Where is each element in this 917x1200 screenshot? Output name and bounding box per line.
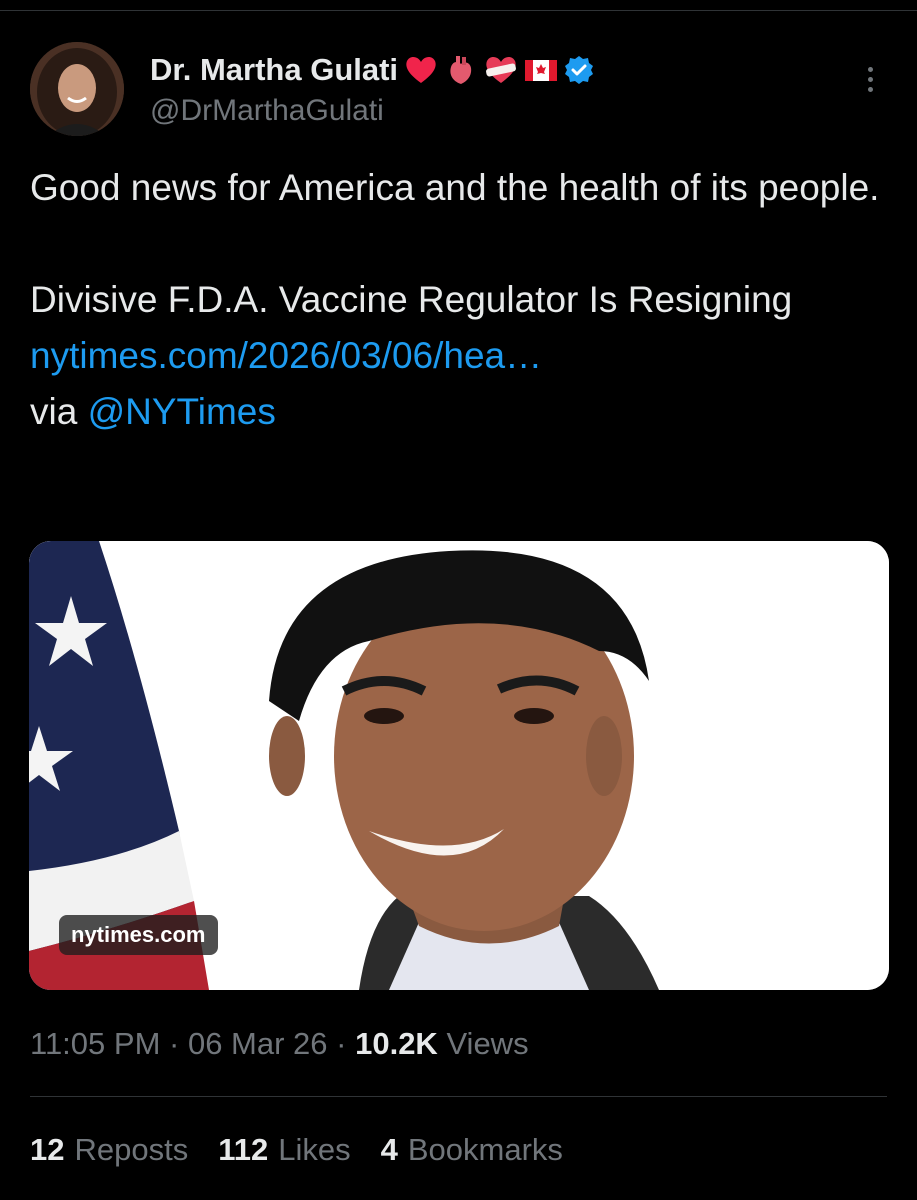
- author-handle[interactable]: @DrMarthaGulati: [150, 94, 384, 128]
- tweet-line-2: Divisive F.D.A. Vaccine Regulator Is Res…: [30, 272, 890, 384]
- bookmarks-count: 4: [380, 1132, 398, 1167]
- bookmarks-label: Bookmarks: [407, 1132, 563, 1167]
- card-domain-label: nytimes.com: [59, 915, 218, 955]
- likes-count: 112: [218, 1132, 269, 1167]
- bookmarks-stat[interactable]: 4 Bookmarks: [381, 1132, 563, 1168]
- tweet-line-1: Good news for America and the health of …: [30, 167, 880, 208]
- author-name-row[interactable]: Dr. Martha Gulati: [150, 52, 594, 88]
- likes-stat[interactable]: 112 Likes: [218, 1132, 350, 1168]
- headline-text: Divisive F.D.A. Vaccine Regulator Is Res…: [30, 279, 793, 320]
- heart-emoji: [406, 56, 436, 83]
- stats-divider: [30, 1096, 887, 1097]
- anatomical-heart-emoji: [450, 56, 472, 84]
- meta-separator: ·: [327, 1026, 356, 1061]
- display-name[interactable]: Dr. Martha Gulati: [150, 52, 398, 88]
- avatar[interactable]: [30, 42, 124, 136]
- views-label: Views: [437, 1026, 529, 1061]
- link-preview-card[interactable]: nytimes.com: [29, 541, 889, 990]
- canada-flag-emoji: [525, 60, 558, 81]
- verified-badge-icon[interactable]: [564, 55, 594, 85]
- tweet-line-3: via @NYTimes: [30, 384, 890, 440]
- reposts-label: Reposts: [74, 1132, 189, 1167]
- top-divider: [0, 10, 917, 11]
- tweet-time[interactable]: 11:05 PM: [30, 1026, 160, 1061]
- reposts-stat[interactable]: 12 Reposts: [30, 1132, 188, 1168]
- engagement-stats: 12 Reposts 112 Likes 4 Bookmarks: [30, 1132, 563, 1168]
- meta-separator: ·: [160, 1026, 188, 1061]
- tweet-meta: 11:05 PM · 06 Mar 26 · 10.2K Views: [30, 1026, 529, 1062]
- likes-label: Likes: [278, 1132, 351, 1167]
- more-options-icon[interactable]: [858, 62, 882, 98]
- tweet-text: Good news for America and the health of …: [30, 160, 890, 440]
- nytimes-mention-link[interactable]: @NYTimes: [88, 391, 276, 432]
- heart-bandage-emoji: [486, 56, 516, 83]
- avatar-image: [30, 42, 124, 136]
- views-count: 10.2K: [355, 1026, 438, 1061]
- tweet-date[interactable]: 06 Mar 26: [188, 1026, 328, 1061]
- article-link[interactable]: nytimes.com/2026/03/06/hea…: [30, 335, 542, 376]
- via-text: via: [30, 391, 88, 432]
- reposts-count: 12: [30, 1132, 65, 1167]
